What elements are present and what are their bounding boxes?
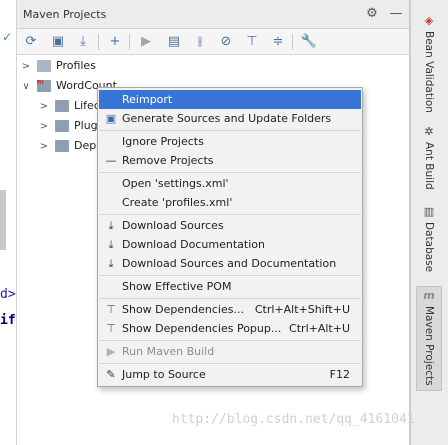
watermark-text: http://blog.csdn.net/qq_4161041 [172, 412, 415, 427]
tree-item-profiles[interactable]: > Profiles [19, 56, 96, 76]
show-dependencies-icon[interactable]: ⊤ [243, 33, 261, 51]
tree-item-plugins[interactable]: > Plugi [37, 116, 101, 136]
shortcut-label: Ctrl+Alt+U [289, 322, 350, 335]
tab-database[interactable]: ▥ Database [416, 205, 442, 272]
minus-icon: — [105, 154, 117, 167]
download-icon: ⤓ [108, 238, 114, 251]
dependencies-icon: ⊤ [106, 322, 116, 335]
folder-icon [36, 60, 51, 72]
tab-bean-validation[interactable]: ◈ Bean Validation [416, 14, 442, 113]
database-icon: ▥ [423, 205, 435, 218]
tab-label: Ant Build [423, 142, 435, 190]
bean-validation-icon: ◈ [424, 14, 434, 27]
code-fragment: d> [0, 287, 16, 302]
menu-item-jump-to-source[interactable]: ✎ Jump to Source F12 [99, 365, 361, 384]
tab-label: Maven Projects [423, 306, 435, 386]
tree-item-lifecycle[interactable]: > Lifec [37, 96, 100, 116]
minimize-icon[interactable]: — [388, 6, 404, 22]
run-icon: ▶ [106, 345, 116, 358]
chevron-right-icon[interactable]: > [19, 57, 33, 77]
editor-strip: ✓ d> if [0, 0, 17, 445]
tree-item-dependencies[interactable]: > Depe [37, 136, 103, 156]
download-icon: ⤓ [108, 257, 114, 270]
menu-item-show-effective-pom[interactable]: Show Effective POM [99, 277, 361, 296]
menu-item-download-sources[interactable]: ⤓ Download Sources [99, 216, 361, 235]
skip-tests-icon[interactable]: ⊘ [217, 33, 235, 51]
menu-item-download-documentation[interactable]: ⤓ Download Documentation [99, 235, 361, 254]
folder-icon [54, 100, 69, 112]
menu-item-show-dependencies[interactable]: ⊤ Show Dependencies... Ctrl+Alt+Shift+U [99, 300, 361, 319]
edit-icon: ✎ [106, 368, 116, 381]
settings-wrench-icon[interactable]: 🔧 [300, 33, 318, 51]
panel-title-bar: Maven Projects ⚙ — [17, 0, 409, 29]
refresh-icon[interactable]: ⟳ [22, 33, 40, 51]
tab-label: Bean Validation [423, 31, 435, 113]
menu-item-reimport[interactable]: Reimport [99, 90, 361, 109]
tree-item-label: Lifec [74, 99, 100, 112]
menu-item-show-dependencies-popup[interactable]: ⊤ Show Dependencies Popup... Ctrl+Alt+U [99, 319, 361, 338]
gear-icon[interactable]: ⚙ [364, 6, 380, 22]
menu-item-ignore-projects[interactable]: Ignore Projects [99, 132, 361, 151]
chevron-right-icon[interactable]: > [37, 117, 51, 137]
maven-toolbar: ⟳ ▣ ⤓ + ▶ ▤ ⫲ ⊘ ⊤ ≑ 🔧 [17, 29, 409, 55]
checkmark-icon: ✓ [2, 30, 13, 44]
panel-title: Maven Projects [23, 8, 107, 21]
maven-icon: m [423, 289, 435, 302]
run-icon[interactable]: ▶ [137, 33, 155, 51]
maven-project-icon: m [36, 78, 51, 92]
code-fragment: if [0, 313, 16, 328]
folder-icon [54, 120, 69, 132]
generate-sources-icon[interactable]: ▣ [49, 33, 67, 51]
right-tool-tabs: ◈ Bean Validation ✲ Ant Build ▥ Database… [410, 0, 448, 445]
menu-item-open-settings[interactable]: Open 'settings.xml' [99, 174, 361, 193]
chevron-down-icon[interactable]: ∨ [19, 77, 33, 97]
add-icon[interactable]: + [106, 33, 124, 51]
shortcut-label: F12 [329, 368, 350, 381]
context-menu: Reimport ▣ Generate Sources and Update F… [97, 87, 363, 387]
tab-label: Database [423, 222, 435, 273]
shortcut-label: Ctrl+Alt+Shift+U [254, 303, 350, 316]
chevron-right-icon[interactable]: > [37, 137, 51, 157]
download-icon[interactable]: ⤓ [74, 33, 92, 51]
collapse-all-icon[interactable]: ≑ [269, 33, 287, 51]
chevron-right-icon[interactable]: > [37, 97, 51, 117]
menu-item-download-sources-and-docs[interactable]: ⤓ Download Sources and Documentation [99, 254, 361, 273]
execute-goal-icon[interactable]: ▤ [165, 33, 183, 51]
download-icon: ⤓ [108, 219, 114, 232]
folder-icon [54, 140, 69, 152]
menu-item-run-maven-build[interactable]: ▶ Run Maven Build [99, 342, 361, 361]
editor-gutter [0, 190, 6, 250]
tab-ant-build[interactable]: ✲ Ant Build [416, 125, 442, 190]
menu-item-create-profiles[interactable]: Create 'profiles.xml' [99, 193, 361, 212]
tree-item-label: Profiles [56, 59, 96, 72]
menu-item-generate-sources[interactable]: ▣ Generate Sources and Update Folders [99, 109, 361, 128]
menu-item-remove-projects[interactable]: — Remove Projects [99, 151, 361, 170]
generate-sources-icon: ▣ [105, 112, 117, 125]
ant-icon: ✲ [424, 125, 434, 138]
tab-maven-projects[interactable]: m Maven Projects [416, 286, 442, 391]
dependencies-icon: ⊤ [106, 303, 116, 316]
toggle-offline-icon[interactable]: ⫲ [191, 33, 209, 51]
